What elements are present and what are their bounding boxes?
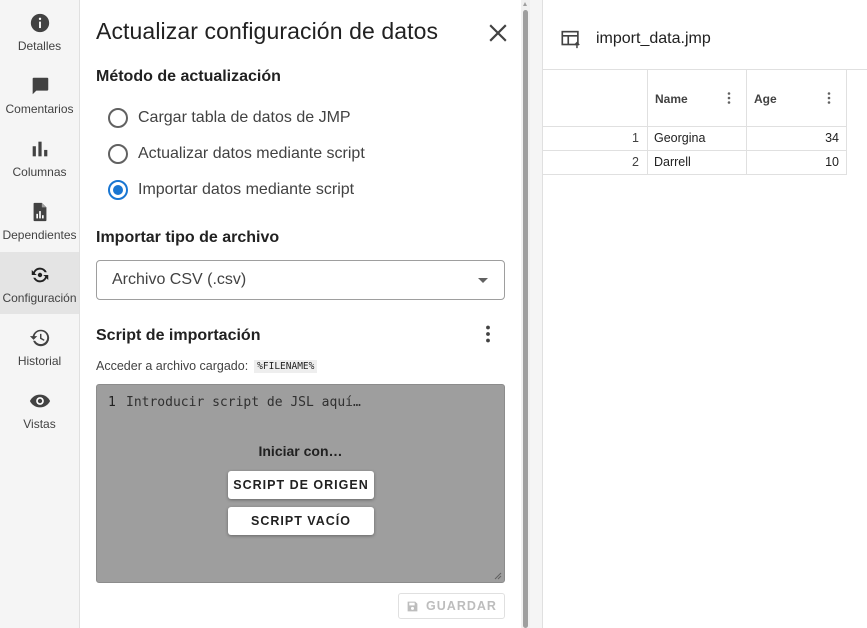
radio-update-script[interactable]: Actualizar datos mediante script bbox=[108, 142, 365, 166]
history-icon bbox=[29, 329, 49, 347]
script-editor[interactable]: 1 Introducir script de JSL aquí… Iniciar… bbox=[96, 384, 505, 583]
rail-item-history[interactable]: Historial bbox=[0, 315, 79, 377]
radio-button-checked[interactable] bbox=[108, 180, 128, 200]
rail-item-label: Vistas bbox=[23, 417, 56, 431]
radio-import-script[interactable]: Importar datos mediante script bbox=[108, 178, 354, 202]
file-type-label: Importar tipo de archivo bbox=[96, 229, 280, 246]
save-icon bbox=[407, 601, 418, 611]
row-number[interactable]: 1 bbox=[543, 127, 648, 151]
row-number[interactable]: 2 bbox=[543, 151, 648, 175]
rail-item-columns[interactable]: Columnas bbox=[0, 126, 79, 188]
source-script-button[interactable]: SCRIPT DE ORIGEN bbox=[228, 471, 374, 499]
editor-placeholder: Introducir script de JSL aquí… bbox=[126, 395, 361, 410]
column-header-label: Age bbox=[754, 92, 777, 106]
resize-grip-icon[interactable] bbox=[494, 572, 502, 580]
data-grid: Name Age 1 Georgina 34 2 Darrell 10 bbox=[543, 69, 867, 175]
method-label: Método de actualización bbox=[96, 68, 281, 85]
caret-down-icon bbox=[478, 278, 488, 283]
radio-button[interactable] bbox=[108, 144, 128, 164]
close-icon[interactable] bbox=[485, 20, 511, 46]
editor-line: 1 Introducir script de JSL aquí… bbox=[108, 395, 361, 410]
table-cell-age[interactable]: 10 bbox=[746, 151, 847, 175]
comment-icon bbox=[32, 77, 48, 95]
hint-text: Acceder a archivo cargado: bbox=[96, 359, 249, 373]
rail-item-views[interactable]: Vistas bbox=[0, 378, 79, 440]
line-number: 1 bbox=[108, 395, 116, 410]
row-number-header bbox=[543, 70, 648, 127]
rail-item-configuration[interactable]: Configuración bbox=[0, 252, 79, 314]
radio-load-jmp[interactable]: Cargar tabla de datos de JMP bbox=[108, 106, 351, 130]
bar-chart-icon bbox=[32, 141, 47, 157]
rail-item-details[interactable]: Detalles bbox=[0, 0, 79, 62]
panel-title: Actualizar configuración de datos bbox=[96, 18, 439, 44]
more-vert-icon[interactable] bbox=[476, 322, 500, 346]
hint-code: %FILENAME% bbox=[254, 359, 318, 373]
column-header-age[interactable]: Age bbox=[746, 70, 847, 127]
update-config-panel: Actualizar configuración de datos Método… bbox=[80, 0, 520, 628]
table-cell-name[interactable]: Darrell bbox=[647, 151, 747, 175]
column-header-label: Name bbox=[655, 92, 688, 106]
radio-label: Actualizar datos mediante script bbox=[138, 145, 365, 162]
start-with-label: Iniciar con… bbox=[258, 443, 343, 459]
radio-label: Cargar tabla de datos de JMP bbox=[138, 109, 351, 126]
table-upload-icon bbox=[561, 30, 580, 49]
panel-scrollbar[interactable] bbox=[521, 0, 530, 628]
scroll-thumb[interactable] bbox=[523, 10, 528, 628]
file-type-value: Archivo CSV (.csv) bbox=[112, 271, 247, 288]
file-type-select[interactable]: Archivo CSV (.csv) bbox=[96, 260, 505, 300]
table-cell-name[interactable]: Georgina bbox=[647, 127, 747, 151]
data-table-pane: import_data.jmp Name Age 1 Georgina 34 2… bbox=[542, 0, 867, 628]
column-menu-icon[interactable] bbox=[721, 90, 737, 106]
rail-item-label: Dependientes bbox=[2, 228, 77, 242]
filename-hint: Acceder a archivo cargado: %FILENAME% bbox=[96, 359, 318, 373]
radio-button[interactable] bbox=[108, 108, 128, 128]
info-icon bbox=[30, 13, 49, 33]
rail-item-dependents[interactable]: Dependientes bbox=[0, 189, 79, 251]
empty-script-button[interactable]: SCRIPT VACÍO bbox=[228, 507, 374, 535]
rail-item-label: Detalles bbox=[17, 39, 62, 53]
table-name: import_data.jmp bbox=[596, 30, 711, 47]
radio-label: Importar datos mediante script bbox=[138, 181, 355, 198]
pane-divider bbox=[530, 0, 542, 628]
save-button[interactable]: GUARDAR bbox=[398, 593, 505, 619]
nav-rail: Detalles Comentarios Columnas Dependient… bbox=[0, 0, 80, 628]
script-label: Script de importación bbox=[96, 327, 261, 344]
save-label: GUARDAR bbox=[426, 599, 497, 613]
eye-icon bbox=[29, 394, 50, 408]
rail-item-label: Columnas bbox=[12, 165, 67, 179]
column-menu-icon[interactable] bbox=[821, 90, 837, 106]
document-chart-icon bbox=[33, 202, 46, 222]
table-cell-age[interactable]: 34 bbox=[746, 127, 847, 151]
sync-settings-icon bbox=[31, 267, 48, 283]
rail-item-label: Comentarios bbox=[5, 102, 74, 116]
scroll-up-icon[interactable] bbox=[523, 2, 527, 6]
rail-item-label: Configuración bbox=[2, 291, 77, 305]
rail-item-comments[interactable]: Comentarios bbox=[0, 63, 79, 125]
column-header-name[interactable]: Name bbox=[647, 70, 747, 127]
rail-item-label: Historial bbox=[17, 354, 62, 368]
